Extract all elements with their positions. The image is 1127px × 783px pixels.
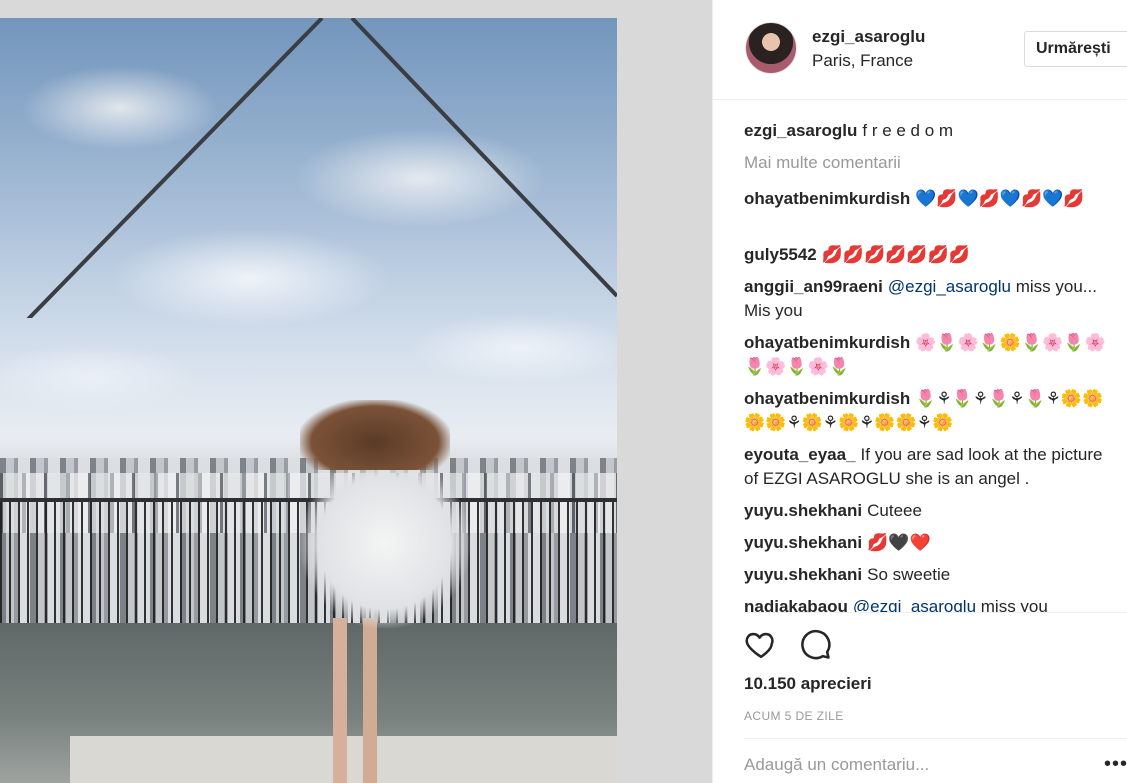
avatar[interactable] — [745, 22, 797, 74]
photo-person-shirt — [300, 458, 470, 628]
caption-text: f r e e d o m — [862, 121, 954, 140]
add-comment-bar: ••• — [744, 738, 1127, 783]
photo-cables — [26, 18, 617, 318]
post-photo[interactable] — [0, 18, 617, 783]
comments-list[interactable]: ezgi_asaroglu f r e e d o m Mai multe com… — [744, 100, 1127, 612]
comment-username[interactable]: guly5542 — [744, 245, 817, 264]
post-side-panel: ezgi_asaroglu Paris, France Urmărești ez… — [712, 0, 1127, 783]
post-actions: 10.150 aprecieri ACUM 5 DE ZILE — [744, 612, 1127, 723]
comment-mention[interactable]: @ezgi_asaroglu — [853, 597, 976, 612]
caption: ezgi_asaroglu f r e e d o m — [744, 119, 1114, 143]
comment-username[interactable]: anggii_an99raeni — [744, 277, 883, 296]
following-button[interactable]: Urmărești — [1024, 31, 1127, 67]
header-username[interactable]: ezgi_asaroglu — [812, 27, 925, 47]
more-comments-link[interactable]: Mai multe comentarii — [744, 153, 901, 173]
add-comment-input[interactable] — [744, 755, 1064, 775]
post-header: ezgi_asaroglu Paris, France Urmărești — [713, 0, 1127, 100]
list-item: ohayatbenimkurdish 🌷⚘🌷⚘🌷⚘🌷⚘🌼🌼🌼🌼⚘🌼⚘🌼⚘🌼🌼⚘🌼 — [744, 387, 1114, 435]
comment-username[interactable]: eyouta_eyaa_ — [744, 445, 856, 464]
list-item: guly5542 💋💋💋💋💋💋💋 — [744, 243, 1114, 267]
comment-text: 💙💋💙💋💙💋💙💋 — [915, 189, 1085, 208]
photo-pane — [0, 0, 712, 783]
comment-username[interactable]: yuyu.shekhani — [744, 533, 862, 552]
list-item: ohayatbenimkurdish 🌸🌷🌸🌷🌼🌷🌸🌷🌸🌷🌸🌷🌸🌷 — [744, 331, 1114, 379]
list-item: yuyu.shekhani So sweetie — [744, 563, 1114, 587]
comment-text: 💋💋💋💋💋💋💋 — [821, 245, 970, 264]
photo-person-legs — [325, 618, 395, 783]
list-item: anggii_an99raeni @ezgi_asaroglu miss you.… — [744, 275, 1114, 323]
list-item: yuyu.shekhani Cuteee — [744, 499, 1114, 523]
post-timestamp[interactable]: ACUM 5 DE ZILE — [744, 709, 844, 723]
list-item: ohayatbenimkurdish 💙💋💙💋💙💋💙💋 — [744, 187, 1114, 211]
comment-mention[interactable]: @ezgi_asaroglu — [888, 277, 1011, 296]
comment-username[interactable]: ohayatbenimkurdish — [744, 189, 910, 208]
caption-username[interactable]: ezgi_asaroglu — [744, 121, 857, 140]
likes-count[interactable]: 10.150 aprecieri — [744, 674, 872, 694]
comment-username[interactable]: ohayatbenimkurdish — [744, 389, 910, 408]
comment-icon[interactable] — [798, 627, 832, 661]
list-item: yuyu.shekhani 💋🖤❤️ — [744, 531, 1114, 555]
comment-username[interactable]: yuyu.shekhani — [744, 565, 862, 584]
comment-username[interactable]: nadiakabaou — [744, 597, 848, 612]
comment-text: miss you — [976, 597, 1048, 612]
comment-text: 💋🖤❤️ — [867, 533, 931, 552]
heart-icon[interactable] — [744, 627, 778, 661]
location-link[interactable]: Paris, France — [812, 51, 913, 71]
more-options-icon[interactable]: ••• — [1104, 753, 1127, 776]
list-item: nadiakabaou @ezgi_asaroglu miss you — [744, 595, 1114, 612]
photo-person-hair — [300, 400, 450, 470]
list-item: eyouta_eyaa_ If you are sad look at the p… — [744, 443, 1114, 491]
comment-username[interactable]: yuyu.shekhani — [744, 501, 862, 520]
comment-username[interactable]: ohayatbenimkurdish — [744, 333, 910, 352]
comment-text: So sweetie — [867, 565, 951, 584]
comment-text: Cuteee — [867, 501, 922, 520]
